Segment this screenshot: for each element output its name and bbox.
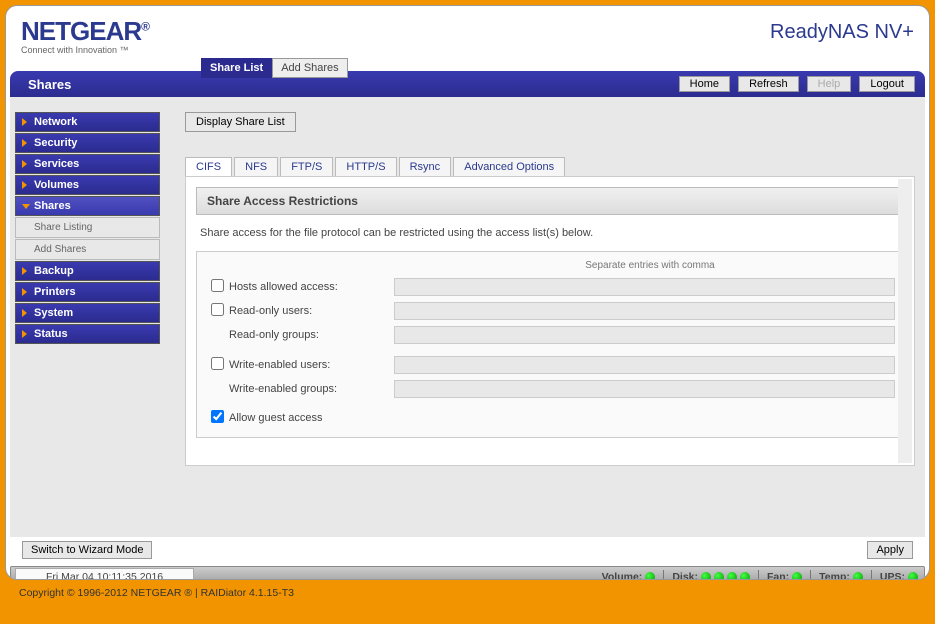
sidebar-sub-add-shares[interactable]: Add Shares [15,239,160,260]
sidebar-item-system[interactable]: System [15,303,160,323]
led-icon [727,572,737,580]
led-icon [645,572,655,580]
sidebar: Network Security Services Volumes Shares… [10,97,165,537]
ctab-ftps[interactable]: FTP/S [280,157,333,176]
display-share-list-button[interactable]: Display Share List [185,112,296,132]
hosts-allowed-checkbox[interactable] [211,279,224,292]
tab-add-shares[interactable]: Add Shares [272,58,347,78]
led-icon [853,572,863,580]
status-disk-label: Disk: [672,571,698,580]
write-groups-input[interactable] [394,380,895,398]
status-time: Fri Mar 04 10:11:35 2016 [15,568,194,580]
ctab-rsync[interactable]: Rsync [399,157,452,176]
readonly-users-checkbox[interactable] [211,303,224,316]
content-tabs: CIFS NFS FTP/S HTTP/S Rsync Advanced Opt… [185,157,915,176]
sidebar-item-security[interactable]: Security [15,133,160,153]
ctab-nfs[interactable]: NFS [234,157,278,176]
status-temp-label: Temp: [819,571,850,580]
page-title: Shares [20,77,71,92]
ctab-advanced[interactable]: Advanced Options [453,157,565,176]
write-users-checkbox[interactable] [211,357,224,370]
sidebar-item-shares[interactable]: Shares [15,196,160,216]
logout-button[interactable]: Logout [859,76,915,92]
tab-share-list[interactable]: Share List [201,58,272,78]
home-button[interactable]: Home [679,76,730,92]
write-groups-label: Write-enabled groups: [229,383,394,395]
led-icon [740,572,750,580]
guest-access-checkbox[interactable] [211,410,224,423]
status-bar: Fri Mar 04 10:11:35 2016 Volume: Disk: F… [10,566,925,580]
readonly-groups-input[interactable] [394,326,895,344]
led-icon [701,572,711,580]
readonly-groups-label: Read-only groups: [229,329,394,341]
product-name: ReadyNAS NV+ [770,21,914,44]
status-fan-label: Fan: [767,571,789,580]
readonly-users-input[interactable] [394,302,895,320]
hosts-allowed-input[interactable] [394,278,895,296]
ctab-https[interactable]: HTTP/S [335,157,396,176]
led-icon [714,572,724,580]
scrollbar[interactable] [898,179,912,463]
panel-description: Share access for the file protocol can b… [196,215,904,251]
sidebar-item-status[interactable]: Status [15,324,160,344]
sidebar-sub-share-listing[interactable]: Share Listing [15,217,160,238]
netgear-logo: NETGEAR® Connect with Innovation ™ [21,16,149,55]
led-icon [908,572,918,580]
sidebar-item-network[interactable]: Network [15,112,160,132]
ctab-cifs[interactable]: CIFS [185,157,232,176]
access-hint: Separate entries with comma [205,260,895,271]
sidebar-item-services[interactable]: Services [15,154,160,174]
help-button[interactable]: Help [807,76,852,92]
write-users-label: Write-enabled users: [229,359,394,371]
sidebar-item-printers[interactable]: Printers [15,282,160,302]
led-icon [792,572,802,580]
sidebar-item-backup[interactable]: Backup [15,261,160,281]
write-users-input[interactable] [394,356,895,374]
status-volume-label: Volume: [602,571,643,580]
panel-title: Share Access Restrictions [196,187,904,215]
readonly-users-label: Read-only users: [229,305,394,317]
copyright-text: Copyright © 1996-2012 NETGEAR ® | RAIDia… [5,580,930,606]
status-ups-label: UPS: [880,571,905,580]
guest-access-label: Allow guest access [229,412,394,424]
sidebar-item-volumes[interactable]: Volumes [15,175,160,195]
switch-wizard-button[interactable]: Switch to Wizard Mode [22,541,152,559]
apply-button[interactable]: Apply [867,541,913,559]
refresh-button[interactable]: Refresh [738,76,799,92]
hosts-allowed-label: Hosts allowed access: [229,281,394,293]
